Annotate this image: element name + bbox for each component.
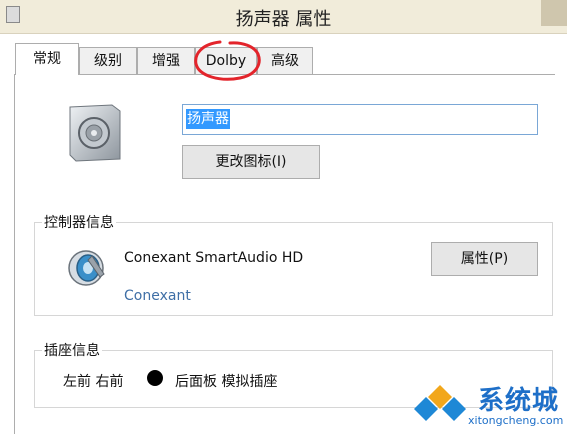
close-button[interactable] — [541, 0, 567, 26]
device-name-value: 扬声器 — [186, 109, 230, 129]
jack-color-indicator — [147, 370, 163, 386]
tab-enhancements[interactable]: 增强 — [137, 47, 195, 74]
controller-info-label: 控制器信息 — [42, 212, 116, 232]
watermark-brand: 系统城 — [478, 386, 560, 416]
tab-dolby[interactable]: Dolby — [195, 47, 257, 74]
device-name-input[interactable]: 扬声器 — [182, 104, 538, 135]
tab-advanced[interactable]: 高级 — [257, 47, 313, 74]
window-title: 扬声器 属性 — [235, 9, 332, 30]
tab-levels[interactable]: 级别 — [79, 47, 137, 74]
vendor-link[interactable]: Conexant — [124, 288, 191, 304]
controller-properties-button[interactable]: 属性(P) — [431, 242, 538, 276]
speaker-icon — [69, 104, 121, 162]
jack-location: 后面板 模拟插座 — [175, 374, 278, 390]
controller-name: Conexant SmartAudio HD — [124, 250, 304, 266]
jack-position: 左前 右前 — [63, 374, 124, 390]
title-bar: 扬声器 属性 — [0, 0, 567, 34]
watermark-url: xitongcheng.com — [468, 414, 564, 427]
jack-info-label: 插座信息 — [42, 340, 102, 360]
watermark-logo-icon — [414, 385, 466, 421]
tab-general[interactable]: 常规 — [15, 43, 79, 75]
sound-device-icon — [68, 250, 105, 286]
change-icon-button[interactable]: 更改图标(I) — [182, 145, 320, 179]
